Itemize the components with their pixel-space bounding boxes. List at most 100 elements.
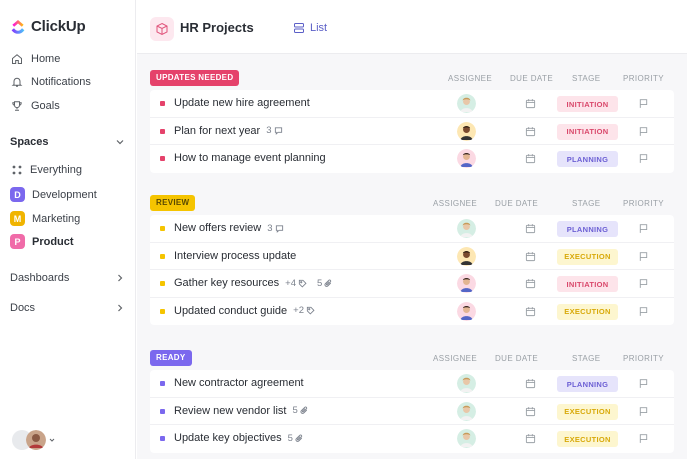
column-header-due-date[interactable]: DUE DATE	[495, 199, 538, 208]
task-title[interactable]: New offers review 3	[174, 222, 284, 234]
task-row[interactable]: New offers review 3 PLANNING	[150, 215, 674, 243]
status-bullet[interactable]	[160, 408, 165, 414]
column-header-priority[interactable]: PRIORITY	[623, 74, 664, 83]
sidebar-item-dashboards[interactable]: Dashboards	[10, 272, 125, 284]
flag-icon[interactable]	[638, 251, 649, 262]
spaces-header[interactable]: Spaces	[10, 136, 125, 148]
sidebar-item-marketing[interactable]: M Marketing	[10, 211, 80, 226]
calendar-icon[interactable]	[525, 278, 536, 289]
avatar[interactable]	[457, 246, 476, 266]
task-meta[interactable]: 5	[293, 405, 309, 416]
task-row[interactable]: Review new vendor list 5 EXECUTION	[150, 398, 674, 425]
column-header-stage[interactable]: STAGE	[572, 199, 601, 208]
status-bullet[interactable]	[160, 436, 165, 441]
column-header-assignee[interactable]: ASSIGNEE	[448, 74, 492, 83]
task-title[interactable]: Update new hire agreement	[174, 97, 310, 109]
sidebar-item-goals[interactable]: Goals	[10, 99, 60, 112]
column-header-assignee[interactable]: ASSIGNEE	[433, 199, 477, 208]
stage-badge[interactable]: EXECUTION	[557, 303, 618, 320]
avatar[interactable]	[457, 429, 476, 448]
task-title[interactable]: Gather key resources +4 5	[174, 277, 333, 289]
task-row[interactable]: Updated conduct guide +2 EXECUTION	[150, 298, 674, 326]
group-status-tag[interactable]: REVIEW	[150, 195, 196, 211]
stage-badge[interactable]: INITIATION	[557, 123, 618, 140]
task-row[interactable]: Gather key resources +4 5 INITIATION	[150, 270, 674, 298]
task-title[interactable]: Review new vendor list 5	[174, 405, 309, 417]
task-title[interactable]: Updated conduct guide +2	[174, 305, 315, 317]
status-bullet[interactable]	[160, 101, 165, 106]
sidebar-item-docs[interactable]: Docs	[10, 302, 125, 314]
calendar-icon[interactable]	[525, 223, 536, 234]
chevron-right-icon[interactable]	[115, 273, 125, 283]
sidebar-item-product[interactable]: P Product	[10, 234, 74, 249]
task-row[interactable]: Interview process update EXECUTION	[150, 243, 674, 270]
flag-icon[interactable]	[638, 378, 649, 389]
sidebar-item-home[interactable]: Home	[10, 52, 60, 65]
avatar[interactable]	[457, 374, 476, 393]
sidebar-item-notifications[interactable]: Notifications	[10, 75, 91, 88]
calendar-icon[interactable]	[525, 378, 536, 389]
tab-list[interactable]: List	[293, 22, 327, 34]
task-row[interactable]: Update new hire agreement INITIATION	[150, 90, 674, 118]
status-bullet[interactable]	[160, 308, 165, 314]
avatar[interactable]	[457, 274, 476, 293]
status-bullet[interactable]	[160, 156, 165, 161]
task-row[interactable]: Update key objectives 5 EXECUTION	[150, 425, 674, 453]
flag-icon[interactable]	[638, 433, 649, 444]
column-header-due-date[interactable]: DUE DATE	[495, 354, 538, 363]
avatar[interactable]	[457, 94, 476, 113]
task-meta[interactable]: +2	[293, 305, 315, 316]
stage-badge[interactable]: PLANNING	[557, 376, 618, 392]
flag-icon[interactable]	[638, 223, 649, 234]
column-header-stage[interactable]: STAGE	[572, 74, 601, 83]
avatar[interactable]	[457, 149, 476, 168]
status-bullet[interactable]	[160, 281, 165, 286]
stage-badge[interactable]: INITIATION	[557, 276, 618, 292]
calendar-icon[interactable]	[525, 251, 536, 262]
calendar-icon[interactable]	[525, 406, 536, 417]
status-bullet[interactable]	[160, 226, 165, 231]
task-meta[interactable]: 3	[267, 223, 283, 234]
column-header-priority[interactable]: PRIORITY	[623, 199, 664, 208]
task-meta[interactable]: 3	[266, 125, 282, 136]
task-title[interactable]: New contractor agreement	[174, 377, 304, 389]
group-status-tag[interactable]: READY	[150, 350, 192, 366]
task-title[interactable]: How to manage event planning	[174, 152, 326, 164]
stage-badge[interactable]: PLANNING	[557, 151, 618, 167]
avatar[interactable]	[457, 219, 476, 238]
task-title[interactable]: Update key objectives 5	[174, 432, 304, 444]
flag-icon[interactable]	[638, 278, 649, 289]
calendar-icon[interactable]	[525, 433, 536, 444]
task-row[interactable]: Plan for next year 3 INITIATION	[150, 118, 674, 145]
group-status-tag[interactable]: UPDATES NEEDED	[150, 70, 240, 86]
avatar[interactable]	[457, 121, 476, 141]
avatar[interactable]	[457, 401, 476, 421]
stage-badge[interactable]: PLANNING	[557, 221, 618, 237]
stage-badge[interactable]: EXECUTION	[557, 403, 618, 420]
task-row[interactable]: How to manage event planning PLANNING	[150, 145, 674, 173]
stage-badge[interactable]: EXECUTION	[557, 431, 618, 447]
column-header-stage[interactable]: STAGE	[572, 354, 601, 363]
calendar-icon[interactable]	[525, 306, 536, 317]
column-header-due-date[interactable]: DUE DATE	[510, 74, 553, 83]
column-header-assignee[interactable]: ASSIGNEE	[433, 354, 477, 363]
calendar-icon[interactable]	[525, 98, 536, 109]
status-bullet[interactable]	[160, 128, 165, 134]
flag-icon[interactable]	[638, 126, 649, 137]
user-menu[interactable]	[12, 430, 55, 450]
column-header-priority[interactable]: PRIORITY	[623, 354, 664, 363]
task-title[interactable]: Interview process update	[174, 250, 296, 262]
flag-icon[interactable]	[638, 406, 649, 417]
app-logo[interactable]: ClickUp	[10, 18, 86, 35]
task-row[interactable]: New contractor agreement PLANNING	[150, 370, 674, 398]
calendar-icon[interactable]	[525, 153, 536, 164]
stage-badge[interactable]: EXECUTION	[557, 248, 618, 265]
task-meta[interactable]: 5	[317, 278, 333, 289]
sidebar-item-development[interactable]: D Development	[10, 187, 97, 202]
stage-badge[interactable]: INITIATION	[557, 96, 618, 112]
avatar[interactable]	[457, 301, 476, 321]
flag-icon[interactable]	[638, 153, 649, 164]
task-meta[interactable]: 5	[288, 433, 304, 444]
sidebar-item-everything[interactable]: Everything	[10, 163, 82, 176]
status-bullet[interactable]	[160, 381, 165, 386]
